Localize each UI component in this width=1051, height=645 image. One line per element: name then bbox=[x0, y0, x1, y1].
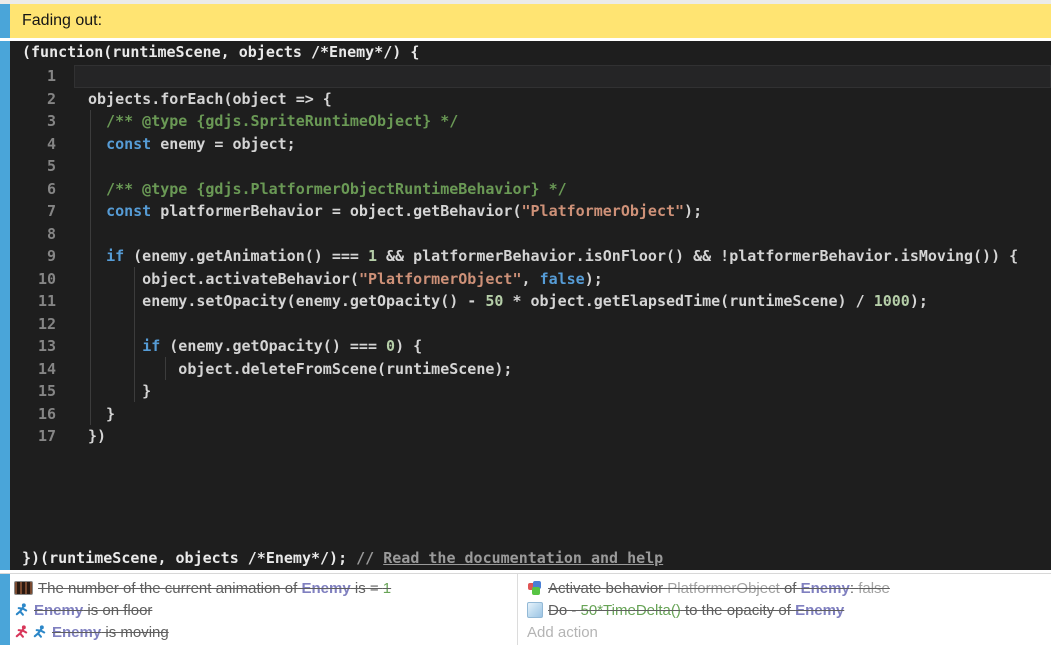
code-line: 8 bbox=[10, 223, 1051, 246]
line-number: 4 bbox=[10, 133, 56, 156]
line-number: 14 bbox=[10, 358, 56, 381]
comment-event-body[interactable]: Fading out: bbox=[10, 4, 1051, 38]
platformer-icon bbox=[14, 602, 29, 618]
line-number: 13 bbox=[10, 335, 56, 358]
code-line-content: if (enemy.getOpacity() === 0) { bbox=[56, 335, 422, 358]
line-number: 6 bbox=[10, 178, 56, 201]
code-line-content: if (enemy.getAnimation() === 1 && platfo… bbox=[56, 245, 1018, 268]
line-number: 7 bbox=[10, 200, 56, 223]
conditions-column[interactable]: The number of the current animation of E… bbox=[10, 574, 517, 645]
action-row[interactable]: Activate behavior PlatformerObject of En… bbox=[523, 577, 1051, 599]
code-line-content: } bbox=[56, 403, 115, 426]
code-line: 2objects.forEach(object => { bbox=[10, 88, 1051, 111]
action-row[interactable]: Do - 50*TimeDelta() to the opacity of En… bbox=[523, 599, 1051, 621]
footer-code-text: })(runtimeScene, objects /*Enemy*/); bbox=[22, 549, 356, 567]
code-editor[interactable]: (function(runtimeScene, objects /*Enemy*… bbox=[10, 41, 1051, 570]
code-line: 14 object.deleteFromScene(runtimeScene); bbox=[10, 358, 1051, 381]
code-line: 15 } bbox=[10, 380, 1051, 403]
actions-column[interactable]: Activate behavior PlatformerObject of En… bbox=[518, 574, 1051, 645]
condition-row[interactable]: The number of the current animation of E… bbox=[10, 577, 517, 599]
code-editor-lines[interactable]: 12objects.forEach(object => {3 /** @type… bbox=[10, 63, 1051, 546]
animation-icon bbox=[14, 581, 33, 595]
invert-icon bbox=[14, 624, 29, 640]
code-line: 1 bbox=[10, 65, 1051, 88]
code-line-content: object.activateBehavior("PlatformerObjec… bbox=[56, 268, 603, 291]
code-line: 13 if (enemy.getOpacity() === 0) { bbox=[10, 335, 1051, 358]
code-line: 17}) bbox=[10, 425, 1051, 448]
condition-text: Enemy is on floor bbox=[34, 602, 152, 619]
code-line-content: object.deleteFromScene(runtimeScene); bbox=[56, 358, 512, 381]
js-code-event[interactable]: (function(runtimeScene, objects /*Enemy*… bbox=[0, 41, 1051, 570]
line-number: 16 bbox=[10, 403, 56, 426]
line-number: 15 bbox=[10, 380, 56, 403]
code-line-content: } bbox=[56, 380, 151, 403]
code-line: 16 } bbox=[10, 403, 1051, 426]
condition-text: The number of the current animation of E… bbox=[38, 580, 391, 597]
code-line: 12 bbox=[10, 313, 1051, 336]
code-line: 11 enemy.setOpacity(enemy.getOpacity() -… bbox=[10, 290, 1051, 313]
line-number: 3 bbox=[10, 110, 56, 133]
behavior-icon bbox=[527, 580, 543, 596]
code-line-content: const enemy = object; bbox=[56, 133, 296, 156]
code-line: 3 /** @type {gdjs.SpriteRuntimeObject} *… bbox=[10, 110, 1051, 133]
documentation-link[interactable]: Read the documentation and help bbox=[383, 549, 663, 567]
code-editor-header: (function(runtimeScene, objects /*Enemy*… bbox=[10, 41, 1051, 63]
line-number: 2 bbox=[10, 88, 56, 111]
line-number: 5 bbox=[10, 155, 56, 178]
code-line-content: objects.forEach(object => { bbox=[56, 88, 332, 111]
event-accent-bar bbox=[0, 4, 10, 38]
line-number: 9 bbox=[10, 245, 56, 268]
comment-event-text: Fading out: bbox=[10, 12, 102, 30]
comment-event[interactable]: Fading out: bbox=[0, 4, 1051, 38]
line-number: 8 bbox=[10, 223, 56, 246]
action-text: Activate behavior PlatformerObject of En… bbox=[548, 580, 890, 597]
standard-event[interactable]: The number of the current animation of E… bbox=[0, 573, 1051, 645]
code-line: 10 object.activateBehavior("PlatformerOb… bbox=[10, 268, 1051, 291]
platformer-icon bbox=[32, 624, 47, 640]
action-text: Do - 50*TimeDelta() to the opacity of En… bbox=[548, 602, 844, 619]
condition-text: Enemy is moving bbox=[52, 624, 169, 641]
code-line: 7 const platformerBehavior = object.getB… bbox=[10, 200, 1051, 223]
line-number: 1 bbox=[10, 65, 56, 88]
event-accent-bar bbox=[0, 41, 10, 570]
condition-row[interactable]: Enemy is on floor bbox=[10, 599, 517, 621]
line-number: 11 bbox=[10, 290, 56, 313]
code-line-content bbox=[56, 155, 88, 178]
event-accent-bar bbox=[0, 574, 10, 645]
footer-comment-slashes: // bbox=[356, 549, 383, 567]
code-line-content: /** @type {gdjs.PlatformerObjectRuntimeB… bbox=[56, 178, 567, 201]
code-line-content bbox=[56, 65, 88, 88]
add-action-button[interactable]: Add action bbox=[523, 621, 1051, 643]
code-line-content: }) bbox=[56, 425, 106, 448]
code-line-content: enemy.setOpacity(enemy.getOpacity() - 50… bbox=[56, 290, 928, 313]
code-line-content: /** @type {gdjs.SpriteRuntimeObject} */ bbox=[56, 110, 458, 133]
code-line: 5 bbox=[10, 155, 1051, 178]
code-line-content bbox=[56, 313, 88, 336]
line-number: 10 bbox=[10, 268, 56, 291]
code-editor-footer: })(runtimeScene, objects /*Enemy*/); // … bbox=[10, 546, 1051, 570]
line-number: 12 bbox=[10, 313, 56, 336]
condition-row[interactable]: Enemy is moving bbox=[10, 621, 517, 643]
line-number: 17 bbox=[10, 425, 56, 448]
code-line: 6 /** @type {gdjs.PlatformerObjectRuntim… bbox=[10, 178, 1051, 201]
opacity-icon bbox=[527, 602, 543, 618]
code-line-content: const platformerBehavior = object.getBeh… bbox=[56, 200, 702, 223]
code-line: 9 if (enemy.getAnimation() === 1 && plat… bbox=[10, 245, 1051, 268]
code-line-content bbox=[56, 223, 88, 246]
code-line: 4 const enemy = object; bbox=[10, 133, 1051, 156]
